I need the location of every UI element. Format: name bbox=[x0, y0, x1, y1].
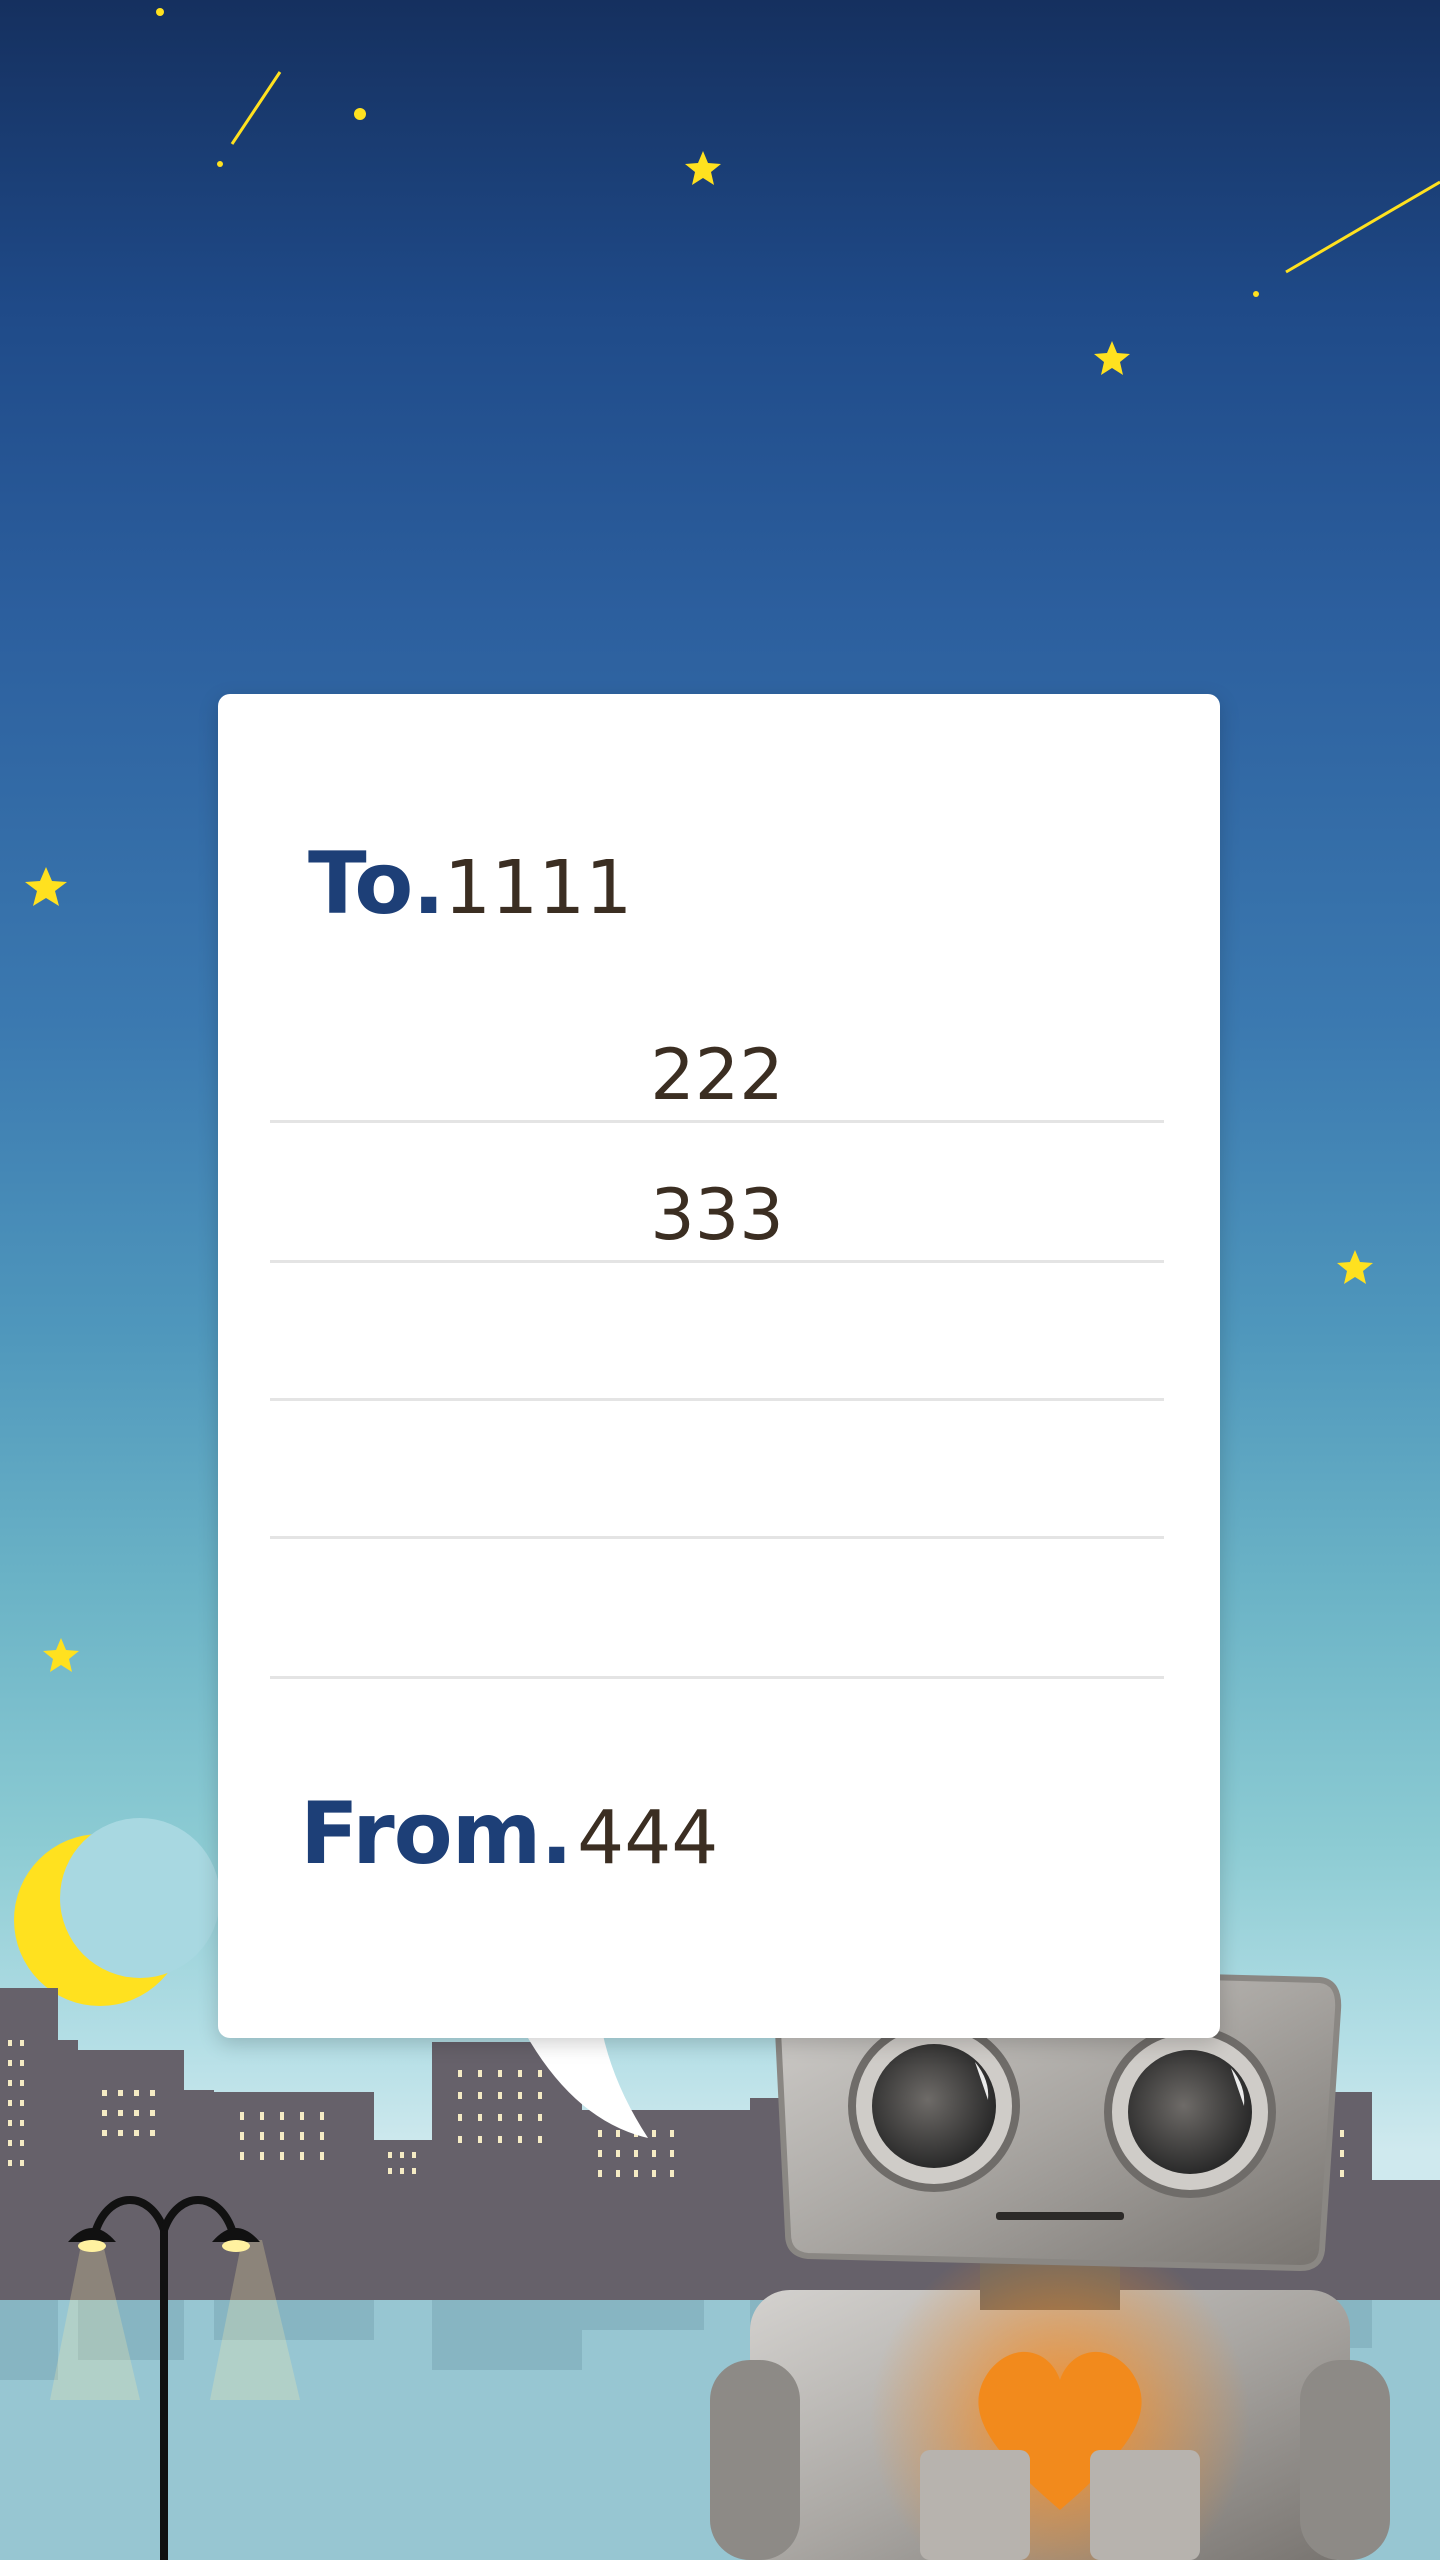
shooting-star bbox=[230, 71, 282, 145]
from-label: From. bbox=[300, 1784, 573, 1884]
street-lamp-icon bbox=[50, 2196, 300, 2560]
star-dot bbox=[354, 108, 366, 120]
star-dot bbox=[217, 161, 223, 167]
letter-line-divider bbox=[270, 1120, 1164, 1123]
star-dot bbox=[156, 8, 164, 16]
star-dot bbox=[1253, 291, 1259, 297]
robot-illustration bbox=[710, 1962, 1390, 2560]
to-value[interactable]: 1111 bbox=[444, 845, 632, 931]
star-icon bbox=[1337, 1250, 1373, 1284]
background-scene: To.1111 222 333 From. 444 bbox=[0, 0, 1440, 2560]
crescent-moon-icon bbox=[14, 1818, 220, 2006]
shooting-star bbox=[1285, 180, 1440, 274]
speech-bubble-tail bbox=[518, 2020, 648, 2138]
to-label: To. bbox=[308, 834, 445, 934]
star-icon bbox=[1094, 341, 1130, 375]
letter-line[interactable]: 222 bbox=[270, 1040, 1164, 1110]
letter-line[interactable]: 333 bbox=[270, 1180, 1164, 1250]
to-row: To.1111 bbox=[308, 834, 632, 934]
star-icon bbox=[25, 867, 67, 906]
from-row: From. 444 bbox=[300, 1784, 718, 1884]
star-icon bbox=[685, 151, 721, 185]
from-value[interactable]: 444 bbox=[577, 1795, 718, 1881]
letter-line-divider bbox=[270, 1536, 1164, 1539]
letter-line-divider bbox=[270, 1260, 1164, 1263]
letter-line-divider bbox=[270, 1398, 1164, 1401]
star-icon bbox=[43, 1638, 79, 1672]
letter-card: To.1111 222 333 From. 444 bbox=[218, 694, 1220, 2038]
letter-line-divider bbox=[270, 1676, 1164, 1679]
